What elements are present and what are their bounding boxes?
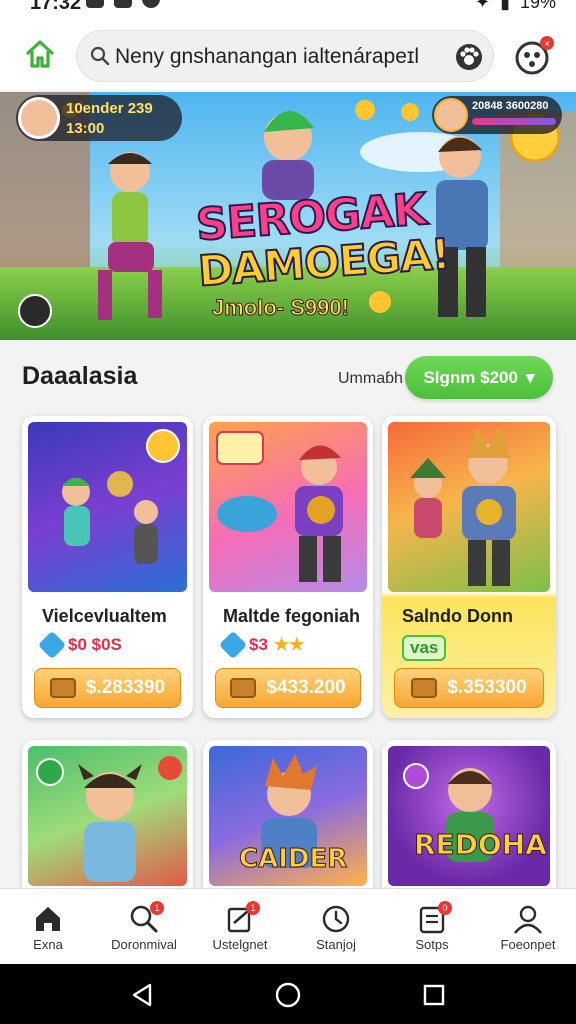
section-title: Daaalasia	[22, 362, 138, 390]
banner-price-tag: Jmolo- S990!	[212, 295, 350, 321]
nav-shops[interactable]: 0 Sotps	[384, 889, 480, 964]
home-circle-icon[interactable]	[274, 981, 302, 1009]
hero-banner[interactable]: 10ender 239 13:00 20848 3600280 SEROGAK …	[0, 92, 576, 340]
card-art: REDOHA	[388, 746, 550, 886]
back-icon[interactable]	[130, 982, 154, 1008]
card-art	[28, 746, 187, 886]
card-price: vas	[402, 635, 447, 661]
treasure-chest-icon	[411, 678, 438, 698]
wifi-icon: ✦	[474, 0, 491, 12]
game-card[interactable]: Maltde fegoniah $3 ★★ $433.200	[203, 416, 373, 718]
card-art	[388, 422, 550, 592]
avatar	[434, 98, 468, 132]
card-title: Vielcevlualtem	[42, 606, 167, 626]
game-card[interactable]: CAIDER	[203, 740, 373, 900]
star-icon: ★★	[273, 635, 305, 654]
nav-profile[interactable]: Foeonpet	[480, 889, 576, 964]
player-name: 10ender 239	[66, 100, 153, 117]
player-badge-right: 20848 3600280	[432, 96, 562, 134]
paw-icon[interactable]	[455, 43, 483, 76]
clock-icon	[322, 905, 350, 933]
buy-button[interactable]: $.283390	[34, 668, 181, 708]
player-time: 13:00	[66, 120, 105, 137]
notification-badge: 1	[150, 901, 164, 915]
gem-icon	[218, 630, 248, 660]
nav-updates[interactable]: 1 Ustelgnet	[192, 889, 288, 964]
status-right: ✦ ▮ 19%	[475, 0, 556, 13]
home-icon	[36, 907, 60, 931]
game-card[interactable]: REDOHA	[382, 740, 556, 900]
bottom-nav: Exna 1 Doronmival 1 Ustelgnet Stanjoj 0 …	[0, 888, 576, 964]
player-badge-left: 10ender 239 13:00	[16, 95, 182, 141]
recents-icon[interactable]	[422, 983, 446, 1007]
avatar	[18, 97, 60, 139]
card-art	[28, 422, 187, 592]
card-title: Maltde fegoniah	[223, 606, 361, 626]
profile-games-icon[interactable]: ×	[514, 34, 558, 83]
battery-text: 19%	[519, 0, 556, 12]
player-stats: 20848 3600280	[472, 100, 549, 112]
status-time: 17:32	[30, 0, 82, 14]
game-card[interactable]: Salndo Donn vas $.353300	[382, 416, 556, 718]
mascot-icon[interactable]	[18, 294, 52, 328]
chevron-down-icon: ▾	[525, 367, 535, 387]
svg-text:×: ×	[544, 39, 550, 50]
filter-label: Slgnm $200	[423, 367, 518, 387]
buy-button[interactable]: $.353300	[394, 668, 544, 708]
system-nav-bar	[0, 964, 576, 1024]
nav-discover[interactable]: 1 Doronmival	[96, 889, 192, 964]
buy-button[interactable]: $433.200	[215, 668, 361, 708]
filter-dropdown[interactable]: Slgnm $200 ▾	[405, 356, 553, 399]
card-art	[209, 422, 367, 592]
signal-icon: ▮	[500, 0, 510, 12]
card-art-label: CAIDER	[238, 844, 348, 875]
game-card[interactable]: Vielcevlualtem $0 $0S $.283390	[22, 416, 193, 718]
gem-icon	[37, 630, 67, 660]
search-icon	[89, 45, 111, 72]
xp-bar	[472, 118, 556, 125]
notification-icons	[86, 0, 160, 8]
game-card[interactable]	[22, 740, 193, 900]
search-bar[interactable]	[76, 30, 494, 82]
section-link[interactable]: Ummaɓh	[338, 370, 403, 388]
card-art: CAIDER	[209, 746, 367, 886]
home-icon[interactable]	[24, 38, 56, 75]
card-title: Salndo Donn	[402, 606, 513, 626]
card-price: $0 $0S	[37, 630, 122, 660]
card-art-label: REDOHA	[414, 828, 548, 862]
top-bar: ×	[0, 22, 576, 90]
search-input[interactable]	[115, 39, 445, 75]
card-price: $3 ★★	[218, 630, 305, 660]
notification-badge: 1	[246, 901, 260, 915]
nav-home[interactable]: Exna	[0, 889, 96, 964]
user-icon	[514, 905, 542, 934]
status-bar: 17:32 ✦ ▮ 19%	[0, 0, 576, 22]
treasure-chest-icon	[49, 678, 76, 698]
nav-history[interactable]: Stanjoj	[288, 889, 384, 964]
notification-badge: 0	[438, 901, 452, 915]
treasure-chest-icon	[230, 678, 257, 698]
